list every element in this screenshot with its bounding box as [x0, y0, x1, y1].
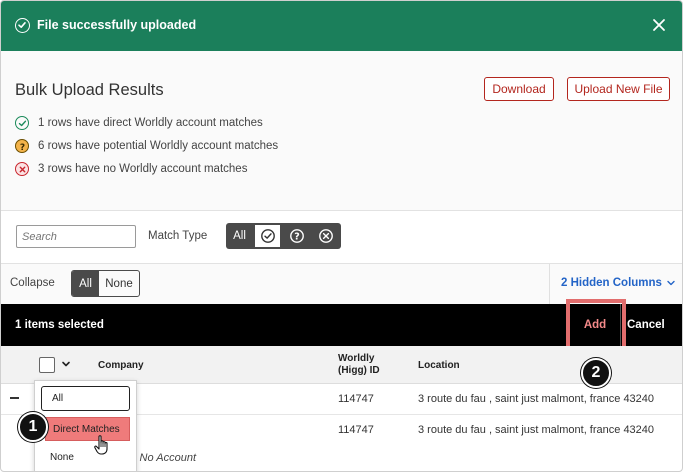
upload-new-file-button[interactable]: Upload New File: [567, 77, 670, 101]
callout-2: 2: [581, 358, 611, 388]
download-button[interactable]: Download: [484, 77, 554, 101]
check-circle-icon: [15, 18, 30, 33]
x-circle-icon: [318, 229, 333, 243]
collapse-label: Collapse: [10, 277, 55, 289]
collapse-all-button[interactable]: All: [72, 271, 99, 296]
group-label: s No Account: [131, 452, 197, 464]
stat-direct-matches: 1 rows have direct Worldly account match…: [15, 116, 263, 130]
callout-1: 1: [18, 412, 48, 442]
match-all-button[interactable]: All: [226, 223, 253, 249]
stat-potential-matches: ? 6 rows have potential Worldly account …: [15, 139, 278, 153]
collapse-none-button[interactable]: None: [99, 271, 139, 296]
question-circle-icon: ?: [289, 229, 304, 243]
chevron-down-icon[interactable]: [61, 359, 71, 369]
dropdown-option-direct-matches[interactable]: Direct Matches: [45, 417, 130, 441]
x-circle-icon: [15, 162, 29, 176]
column-location: Location: [418, 360, 460, 371]
select-dropdown-menu: All Direct Matches None: [34, 380, 137, 471]
collapse-row-icon[interactable]: [10, 397, 19, 399]
collapse-bar: Collapse All None 2 Hidden Columns: [1, 264, 682, 304]
selected-count: 1 items selected: [15, 319, 104, 331]
match-potential-button[interactable]: ?: [282, 223, 311, 249]
hidden-columns-container: 2 Hidden Columns: [549, 264, 682, 304]
dropdown-option-all[interactable]: All: [41, 386, 130, 411]
svg-text:?: ?: [294, 232, 300, 243]
chevron-down-icon: [667, 280, 675, 286]
bulk-upload-dialog: File successfully uploaded Bulk Upload R…: [0, 0, 683, 472]
match-none-button[interactable]: [311, 223, 340, 249]
hidden-columns-toggle[interactable]: 2 Hidden Columns: [561, 277, 675, 289]
svg-text:?: ?: [19, 143, 24, 152]
match-type-label: Match Type: [148, 230, 208, 242]
stat-no-matches: 3 rows have no Worldly account matches: [15, 162, 247, 176]
hand-cursor-icon: [94, 435, 108, 455]
stat-text: 1 rows have direct Worldly account match…: [38, 117, 263, 129]
results-summary: Bulk Upload Results Download Upload New …: [1, 51, 682, 211]
question-circle-icon: ?: [15, 139, 29, 153]
add-button[interactable]: Add: [572, 308, 618, 342]
collapse-toggle: All None: [71, 270, 140, 297]
match-direct-button[interactable]: [253, 223, 282, 249]
stat-text: 3 rows have no Worldly account matches: [38, 163, 248, 175]
divider: [620, 304, 621, 346]
cell-location: 3 route du fau , saint just malmont, fra…: [418, 393, 655, 405]
hidden-columns-label: 2 Hidden Columns: [561, 277, 662, 289]
search-input[interactable]: [16, 225, 136, 248]
cancel-button[interactable]: Cancel: [627, 319, 665, 331]
dropdown-option-none[interactable]: None: [50, 452, 74, 463]
success-banner: File successfully uploaded: [1, 1, 682, 51]
banner-message: File successfully uploaded: [37, 18, 197, 32]
column-worldly-id: Worldly (Higg) ID: [338, 353, 380, 376]
check-circle-icon: [15, 116, 29, 130]
close-icon[interactable]: [651, 17, 667, 33]
check-circle-icon: [260, 229, 275, 243]
column-company: Company: [98, 360, 144, 371]
selection-bar: 1 items selected Add Cancel: [1, 304, 682, 346]
cell-worldly-id: 114747: [338, 424, 374, 436]
match-type-filter: All ?: [226, 223, 341, 249]
select-all-checkbox[interactable]: [39, 357, 55, 373]
cell-worldly-id: 114747: [338, 393, 374, 405]
cell-location: 3 route du fau , saint just malmont, fra…: [418, 424, 655, 436]
table-header: Company Worldly (Higg) ID Location: [1, 346, 682, 384]
stat-text: 6 rows have potential Worldly account ma…: [38, 140, 279, 152]
page-title: Bulk Upload Results: [15, 81, 164, 99]
filter-bar: Match Type All ?: [1, 211, 682, 264]
